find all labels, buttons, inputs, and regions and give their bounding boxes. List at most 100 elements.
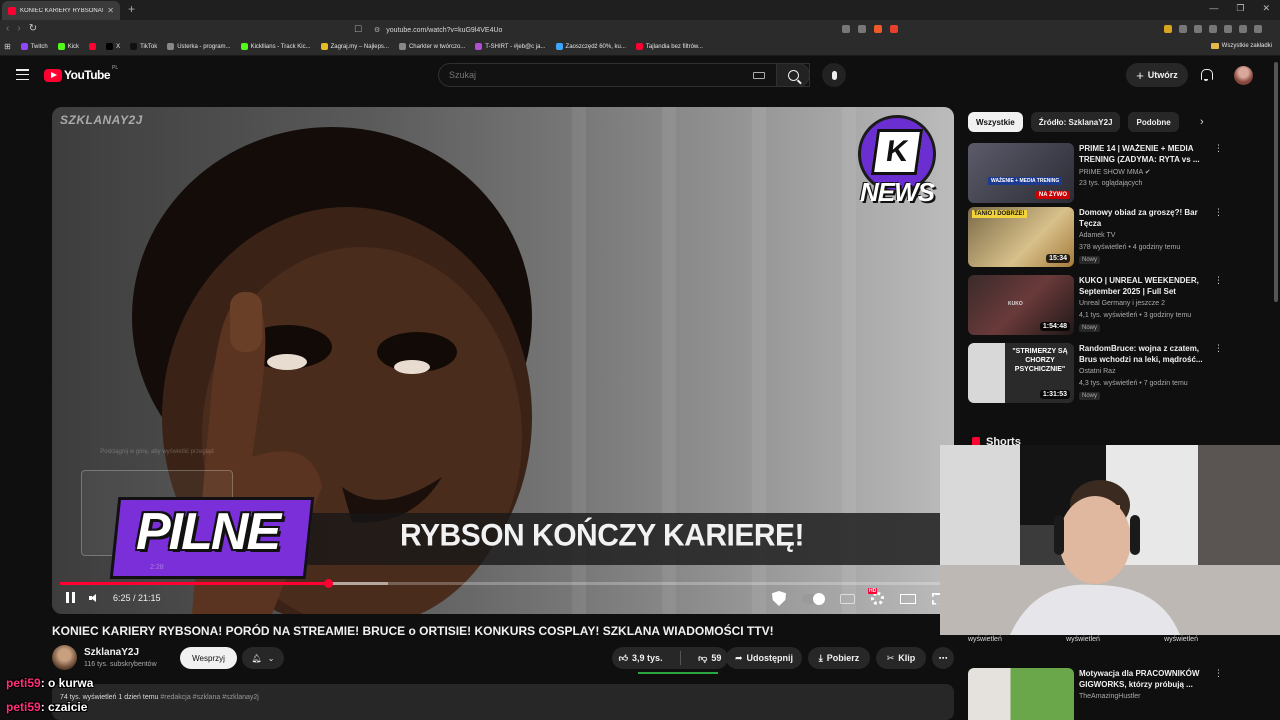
- site-info-icon[interactable]: ⚙: [374, 26, 380, 34]
- chevron-right-icon[interactable]: ›: [1200, 116, 1204, 128]
- page-scrollbar[interactable]: [1274, 62, 1278, 302]
- new-tab-icon[interactable]: +: [128, 2, 135, 16]
- hashtags[interactable]: #redakcja #szklana #szklanay2j: [160, 694, 258, 701]
- extension-icon[interactable]: [1224, 25, 1232, 33]
- volume-icon[interactable]: [89, 593, 99, 603]
- chip-source[interactable]: Źródło: SzklanaY2J: [1030, 112, 1121, 132]
- search-button[interactable]: [776, 63, 810, 87]
- bookmark[interactable]: Charkter w twórczo...: [398, 43, 465, 50]
- recommendation-channel[interactable]: Ostatni Raz: [1079, 368, 1116, 375]
- dislike-button[interactable]: 👎︎ 59: [698, 653, 721, 664]
- create-button[interactable]: + Utwórz: [1126, 63, 1188, 87]
- recommendation[interactable]: TANIO I DOBRZE! 15:34 Domowy obiad za gr…: [968, 207, 1228, 267]
- extension-icon[interactable]: [1164, 25, 1172, 33]
- extension-icon[interactable]: [1179, 25, 1187, 33]
- rewards-icon[interactable]: [890, 25, 898, 33]
- clip-button[interactable]: ✂ Klip: [876, 647, 926, 669]
- screen: KONIEC KARIERY RYBSONA! I ✕ + — ❐ ✕ ‹ › …: [0, 0, 1280, 720]
- channel-name[interactable]: SzklanaY2J: [84, 647, 139, 658]
- recommendation[interactable]: WAŻENIE + MEDIA TRENING NA ŻYWO PRIME 14…: [968, 143, 1228, 203]
- youtube-logo[interactable]: YouTube PL: [44, 65, 118, 82]
- more-options-icon[interactable]: ⋮: [1214, 144, 1223, 153]
- notification-bell-dropdown[interactable]: 🔔︎ ⌄: [242, 647, 284, 669]
- close-tab-icon[interactable]: ✕: [107, 6, 114, 15]
- minimize-icon[interactable]: —: [1209, 3, 1218, 14]
- address-bar[interactable]: ⚙ youtube.com/watch?v=kuG9l4VE4Uo: [368, 23, 908, 37]
- bookmark[interactable]: Zagraj.my – Najleps...: [320, 43, 389, 50]
- search-input[interactable]: [449, 70, 749, 80]
- bookmark[interactable]: TikTok: [130, 43, 157, 50]
- bookmark[interactable]: T-SHIRT - #jeb@c ja...: [475, 43, 546, 50]
- notifications-bell-icon[interactable]: [1200, 69, 1213, 81]
- forward-icon[interactable]: ›: [17, 23, 20, 34]
- thumbnail[interactable]: [968, 668, 1074, 720]
- more-options-icon[interactable]: ⋮: [1214, 669, 1223, 678]
- brave-shield-icon[interactable]: [874, 25, 882, 33]
- browser-tab[interactable]: KONIEC KARIERY RYBSONA! I ✕: [2, 1, 120, 20]
- bookmark[interactable]: Kickllians - Track Kic...: [240, 43, 311, 50]
- new-badge: Nowy: [1079, 324, 1101, 332]
- menu-icon[interactable]: [16, 69, 29, 80]
- all-bookmarks[interactable]: Wszystkie zakładki: [1210, 43, 1272, 49]
- account-avatar[interactable]: [1234, 66, 1253, 85]
- voice-search-button[interactable]: [822, 63, 846, 87]
- extension-icon[interactable]: [1254, 25, 1262, 33]
- thumbnail[interactable]: "STRIMERZY SĄ CHORZY PSYCHICZNIE" 1:31:5…: [968, 343, 1074, 403]
- maximize-icon[interactable]: ❐: [1236, 3, 1244, 14]
- right-controls: [772, 591, 944, 606]
- keyboard-icon[interactable]: [753, 72, 765, 79]
- recommendation-channel[interactable]: Unreal Germany i jeszcze 2: [1079, 300, 1165, 307]
- bookmark[interactable]: Kick: [57, 43, 79, 50]
- autoplay-toggle[interactable]: [802, 592, 825, 605]
- video-watermark: SZKLANAY2J: [60, 113, 143, 127]
- bookmark[interactable]: X: [106, 43, 120, 50]
- more-options-icon[interactable]: ⋮: [1214, 276, 1223, 285]
- pip-icon[interactable]: [858, 25, 866, 33]
- bookmark[interactable]: Zaoszczędź 60%, ku...: [555, 43, 626, 50]
- more-options-icon[interactable]: ⋮: [1214, 344, 1223, 353]
- thumbnail[interactable]: WAŻENIE + MEDIA TRENING NA ŻYWO: [968, 143, 1074, 203]
- extension-icon[interactable]: [1239, 25, 1247, 33]
- extension-icon[interactable]: [1209, 25, 1217, 33]
- progress-bar[interactable]: [60, 579, 946, 588]
- more-actions-button[interactable]: ⋯: [932, 647, 954, 669]
- thumbnail[interactable]: KUKO 1:54:48: [968, 275, 1074, 335]
- cast-icon[interactable]: [842, 25, 850, 33]
- scissors-icon: ✂: [886, 652, 895, 663]
- chip-similar[interactable]: Podobne: [1128, 112, 1179, 132]
- bookmark[interactable]: Tajlandia bez filtrów...: [635, 43, 703, 50]
- download-button[interactable]: ⤓ Pobierz: [808, 647, 870, 669]
- reload-icon[interactable]: ↻: [29, 23, 37, 34]
- scrubber-handle[interactable]: [323, 579, 333, 588]
- shield-icon[interactable]: [772, 591, 786, 606]
- bookmark-star-icon[interactable]: ☐: [354, 24, 362, 35]
- subtitles-icon[interactable]: [840, 593, 855, 604]
- bookmark[interactable]: Twitch: [20, 43, 48, 50]
- bookmark-label: T-SHIRT - #jeb@c ja...: [485, 43, 546, 50]
- more-options-icon[interactable]: ⋮: [1214, 208, 1223, 217]
- like-button[interactable]: 👍︎ 3,9 tys.: [619, 653, 663, 664]
- recommendation[interactable]: Motywacja dla PRACOWNIKÓW GIGWORKS, któr…: [968, 668, 1228, 720]
- theatre-mode-icon[interactable]: [900, 593, 916, 604]
- chip-all[interactable]: Wszystkie: [968, 112, 1023, 132]
- share-button[interactable]: ➦ Udostępnij: [726, 647, 802, 669]
- recommendation-channel[interactable]: Adamek TV: [1079, 232, 1115, 239]
- support-button[interactable]: Wesprzyj: [180, 647, 237, 669]
- extension-icon[interactable]: [1194, 25, 1202, 33]
- bookmark[interactable]: Usterka - program...: [167, 43, 231, 50]
- bookmark[interactable]: [89, 43, 97, 50]
- thumbnail[interactable]: TANIO I DOBRZE! 15:34: [968, 207, 1074, 267]
- apps-grid-icon[interactable]: ⊞: [4, 42, 11, 51]
- recommendation-channel[interactable]: TheAmazingHustler: [1079, 693, 1140, 700]
- video-player[interactable]: SZKLANAY2J K NEWS Podciągnij w górę, aby…: [52, 107, 954, 614]
- recommendation[interactable]: "STRIMERZY SĄ CHORZY PSYCHICZNIE" 1:31:5…: [968, 343, 1228, 403]
- hd-badge: HD: [868, 588, 878, 594]
- recommendation-channel[interactable]: PRIME SHOW MMA ✔: [1079, 168, 1151, 176]
- channel-avatar[interactable]: [52, 645, 77, 670]
- description-box[interactable]: [52, 684, 954, 720]
- pause-icon[interactable]: [66, 592, 75, 603]
- short-views: wyświetleń: [968, 636, 1002, 643]
- back-icon[interactable]: ‹: [6, 23, 9, 34]
- close-window-icon[interactable]: ✕: [1262, 3, 1270, 14]
- recommendation[interactable]: KUKO 1:54:48 KUKO | UNREAL WEEKENDER, Se…: [968, 275, 1228, 335]
